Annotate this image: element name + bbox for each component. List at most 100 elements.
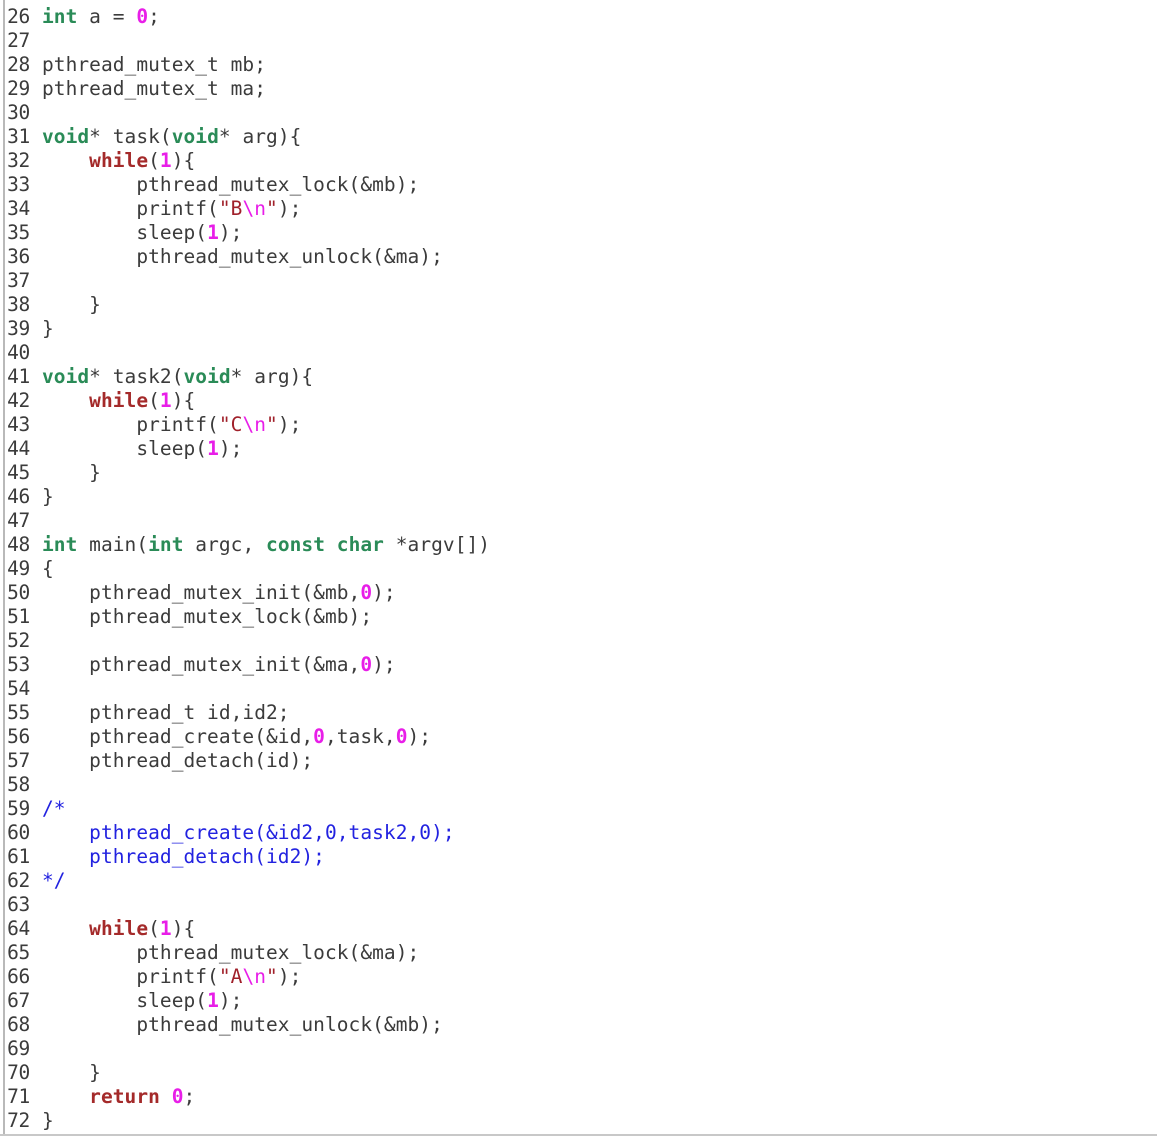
code-line[interactable]: 43 printf("C\n"); [0, 413, 1157, 437]
code-token-plain: ){ [171, 389, 196, 412]
code-line[interactable]: 68 pthread_mutex_unlock(&mb); [0, 1013, 1157, 1037]
code-token-type: void [171, 125, 219, 148]
line-code-text[interactable]: } [36, 1109, 1157, 1133]
code-token-plain: ); [218, 437, 243, 460]
code-line[interactable]: 36 pthread_mutex_unlock(&ma); [0, 245, 1157, 269]
line-code-text[interactable]: pthread_mutex_lock(&mb); [36, 173, 1157, 197]
line-code-text[interactable]: pthread_mutex_t ma; [36, 77, 1157, 101]
code-line[interactable]: 32 while(1){ [0, 149, 1157, 173]
line-number: 55 [7, 701, 30, 724]
code-line[interactable]: 38 } [0, 293, 1157, 317]
line-code-text[interactable]: pthread_mutex_unlock(&mb); [36, 1013, 1157, 1037]
code-token-number: 0 [171, 1085, 184, 1108]
line-code-text[interactable]: } [36, 317, 1157, 341]
line-code-text[interactable]: } [36, 293, 1157, 317]
line-code-text[interactable]: pthread_mutex_unlock(&ma); [36, 245, 1157, 269]
line-code-text[interactable]: sleep(1); [36, 989, 1157, 1013]
code-line[interactable]: 72} [0, 1109, 1157, 1133]
code-line[interactable]: 69 [0, 1037, 1157, 1061]
code-line[interactable]: 66 printf("A\n"); [0, 965, 1157, 989]
code-line[interactable]: 45 } [0, 461, 1157, 485]
code-token-plain: main( [77, 533, 149, 556]
code-line[interactable]: 52 [0, 629, 1157, 653]
line-code-text[interactable]: } [36, 485, 1157, 509]
code-line[interactable]: 28 pthread_mutex_t mb; [0, 53, 1157, 77]
code-token-escape: \n [242, 197, 267, 220]
line-code-text[interactable]: pthread_t id,id2; [36, 701, 1157, 725]
code-line[interactable]: 39} [0, 317, 1157, 341]
code-token-plain: * task2( [89, 365, 184, 388]
code-editor-viewport[interactable]: 26 int a = 0; 27 28 pthread_mutex_t mb; 29 pth… [0, 0, 1157, 1136]
code-line[interactable]: 27 [0, 29, 1157, 53]
line-code-text[interactable]: } [36, 461, 1157, 485]
code-line[interactable]: 26 int a = 0; [0, 5, 1157, 29]
code-line[interactable]: 63 [0, 893, 1157, 917]
code-line[interactable]: 67 sleep(1); [0, 989, 1157, 1013]
line-code-text[interactable]: printf("A\n"); [36, 965, 1157, 989]
line-code-text[interactable]: while(1){ [36, 917, 1157, 941]
code-line[interactable]: 50 pthread_mutex_init(&mb,0); [0, 581, 1157, 605]
code-line[interactable]: 62 */ [0, 869, 1157, 893]
line-code-text[interactable]: pthread_mutex_init(&mb,0); [36, 581, 1157, 605]
code-line[interactable]: 41 void* task2(void* arg){ [0, 365, 1157, 389]
line-code-text[interactable]: while(1){ [36, 149, 1157, 173]
line-code-text[interactable]: sleep(1); [36, 437, 1157, 461]
code-line[interactable]: 37 [0, 269, 1157, 293]
line-code-text[interactable]: sleep(1); [36, 221, 1157, 245]
code-token-plain: * arg){ [230, 365, 314, 388]
code-line[interactable]: 35 sleep(1); [0, 221, 1157, 245]
code-token-plain: pthread_create(&id, [42, 725, 314, 748]
code-line[interactable]: 65 pthread_mutex_lock(&ma); [0, 941, 1157, 965]
line-code-text[interactable]: pthread_mutex_lock(&ma); [36, 941, 1157, 965]
line-code-text[interactable]: void* task(void* arg){ [36, 125, 1157, 149]
code-line[interactable]: 46} [0, 485, 1157, 509]
code-line[interactable]: 54 [0, 677, 1157, 701]
code-line[interactable]: 34 printf("B\n"); [0, 197, 1157, 221]
code-token-string: "A [218, 965, 243, 988]
code-line[interactable]: 51 pthread_mutex_lock(&mb); [0, 605, 1157, 629]
code-line[interactable]: 56 pthread_create(&id,0,task,0); [0, 725, 1157, 749]
code-line[interactable]: 71 return 0; [0, 1085, 1157, 1109]
line-number: 62 [7, 869, 30, 892]
code-line[interactable]: 59 /* [0, 797, 1157, 821]
line-code-text[interactable]: printf("B\n"); [36, 197, 1157, 221]
line-code-text[interactable]: void* task2(void* arg){ [36, 365, 1157, 389]
code-line[interactable]: 55 pthread_t id,id2; [0, 701, 1157, 725]
code-token-number: 1 [207, 221, 219, 244]
line-code-text[interactable]: pthread_create(&id,0,task,0); [36, 725, 1157, 749]
code-line[interactable]: 44 sleep(1); [0, 437, 1157, 461]
code-token-plain: } [42, 1109, 54, 1132]
line-code-text[interactable]: } [36, 1061, 1157, 1085]
line-code-text[interactable]: /* [36, 797, 1157, 821]
line-code-text[interactable]: while(1){ [36, 389, 1157, 413]
code-line[interactable]: 48 int main(int argc, const char *argv[]) [0, 533, 1157, 557]
line-code-text[interactable]: pthread_create(&id2,0,task2,0); [36, 821, 1157, 845]
code-line[interactable]: 61 pthread_detach(id2); [0, 845, 1157, 869]
line-code-text[interactable]: pthread_mutex_t mb; [36, 53, 1157, 77]
code-line[interactable]: 53 pthread_mutex_init(&ma,0); [0, 653, 1157, 677]
line-code-text[interactable]: pthread_detach(id2); [36, 845, 1157, 869]
code-line[interactable]: 70 } [0, 1061, 1157, 1085]
code-line[interactable]: 64 while(1){ [0, 917, 1157, 941]
line-code-text[interactable]: pthread_mutex_lock(&mb); [36, 605, 1157, 629]
code-line[interactable]: 47 [0, 509, 1157, 533]
line-code-text[interactable]: int a = 0; [36, 5, 1157, 29]
line-code-text[interactable]: pthread_mutex_init(&ma,0); [36, 653, 1157, 677]
code-line[interactable]: 58 [0, 773, 1157, 797]
line-code-text[interactable]: return 0; [36, 1085, 1157, 1109]
line-code-text[interactable]: { [36, 557, 1157, 581]
code-line[interactable]: 30 [0, 101, 1157, 125]
line-code-text[interactable]: */ [36, 869, 1157, 893]
code-line[interactable]: 49 { [0, 557, 1157, 581]
code-line[interactable]: 60 pthread_create(&id2,0,task2,0); [0, 821, 1157, 845]
line-code-text[interactable]: pthread_detach(id); [36, 749, 1157, 773]
code-line[interactable]: 33 pthread_mutex_lock(&mb); [0, 173, 1157, 197]
line-number: 72 [7, 1109, 30, 1132]
code-line[interactable]: 31 void* task(void* arg){ [0, 125, 1157, 149]
code-line[interactable]: 29 pthread_mutex_t ma; [0, 77, 1157, 101]
line-code-text[interactable]: printf("C\n"); [36, 413, 1157, 437]
line-code-text[interactable]: int main(int argc, const char *argv[]) [36, 533, 1157, 557]
code-line[interactable]: 40 [0, 341, 1157, 365]
code-line[interactable]: 57 pthread_detach(id); [0, 749, 1157, 773]
code-line[interactable]: 42 while(1){ [0, 389, 1157, 413]
